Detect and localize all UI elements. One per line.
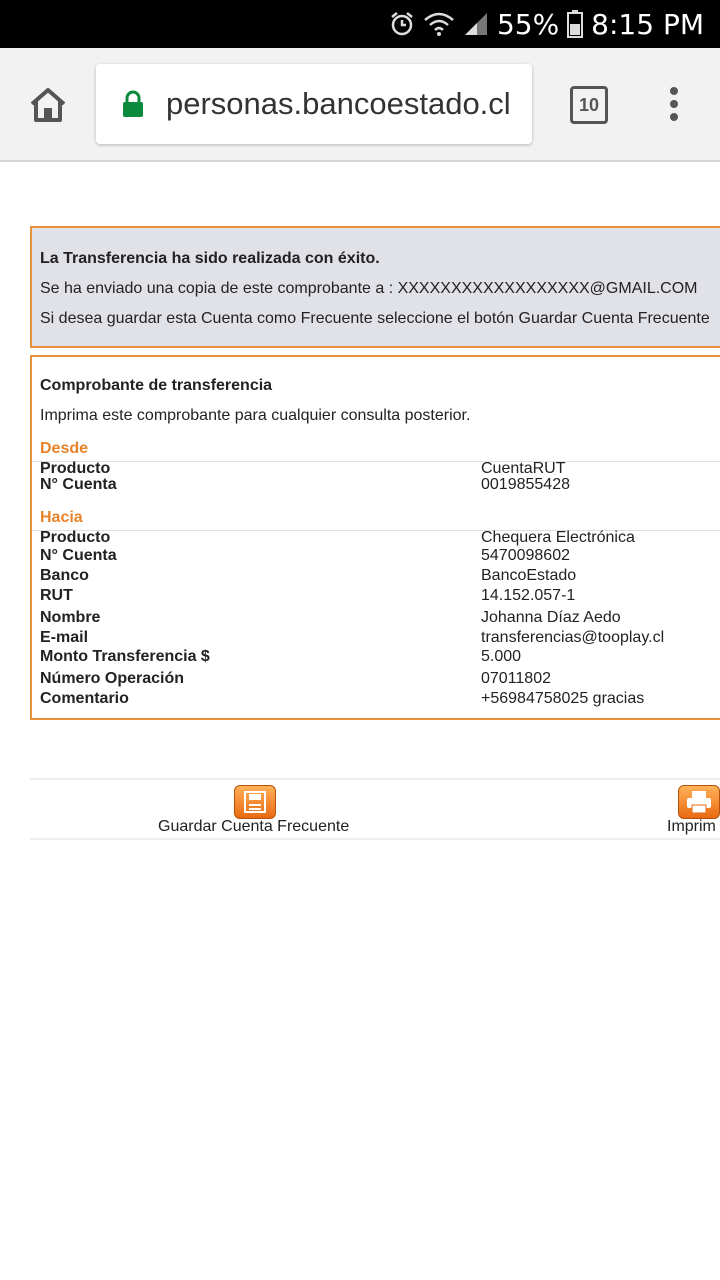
comment-label: Comentario — [40, 690, 129, 707]
to-rut-value: 14.152.057-1 — [481, 587, 576, 604]
from-heading: Desde — [40, 440, 89, 457]
save-icon[interactable] — [234, 785, 276, 819]
to-name-value: Johanna Díaz Aedo — [481, 609, 621, 626]
save-hint-message: Si desea guardar esta Cuenta como Frecue… — [40, 310, 710, 327]
to-product-value: Chequera Electrónica — [481, 529, 635, 546]
copy-sent-message: Se ha enviado una copia de este comproba… — [40, 280, 698, 297]
wifi-icon — [423, 11, 455, 37]
operation-number-label: Número Operación — [40, 670, 185, 687]
tab-switcher-button[interactable]: 10 — [570, 86, 608, 124]
signal-icon — [463, 11, 489, 37]
action-bar: Guardar Cuenta Frecuente Imprim — [30, 778, 720, 840]
print-button[interactable]: Imprim — [667, 818, 716, 836]
transfer-receipt: Comprobante de transferencia Imprima est… — [30, 355, 720, 720]
more-menu-icon[interactable] — [664, 86, 684, 126]
to-heading: Hacia — [40, 509, 83, 526]
from-account-label: N° Cuenta — [40, 476, 117, 493]
to-account-label: N° Cuenta — [40, 547, 117, 564]
to-product-label: Producto — [40, 529, 111, 546]
to-bank-label: Banco — [40, 567, 89, 584]
printer-icon[interactable] — [678, 785, 720, 819]
amount-value: 5.000 — [481, 648, 522, 665]
alarm-icon — [389, 11, 415, 37]
url-text[interactable]: personas.bancoestado.cl — [166, 64, 518, 144]
receipt-subtitle: Imprima este comprobante para cualquier … — [40, 407, 471, 424]
to-bank-value: BancoEstado — [481, 567, 577, 584]
battery-percent: 55% — [496, 7, 560, 41]
lock-icon — [122, 90, 144, 123]
amount-label: Monto Transferencia $ — [40, 648, 210, 665]
home-icon[interactable] — [24, 82, 72, 130]
to-account-value: 5470098602 — [481, 547, 570, 564]
save-frequent-account-button[interactable]: Guardar Cuenta Frecuente — [158, 818, 349, 836]
battery-icon — [567, 10, 584, 38]
clock: 8:15 PM — [591, 7, 704, 41]
browser-toolbar: personas.bancoestado.cl 10 — [0, 48, 720, 162]
from-account-value: 0019855428 — [481, 476, 570, 493]
to-rut-label: RUT — [40, 587, 73, 604]
receipt-title: Comprobante de transferencia — [40, 377, 273, 394]
success-notice: La Transferencia ha sido realizada con é… — [30, 226, 720, 348]
to-email-value: transferencias@tooplay.cl — [481, 629, 665, 646]
operation-number-value: 07011802 — [481, 670, 551, 687]
to-email-label: E-mail — [40, 629, 89, 646]
comment-value: +56984758025 gracias — [481, 690, 645, 707]
divider — [32, 461, 720, 462]
status-bar: 55% 8:15 PM — [0, 0, 720, 48]
success-message: La Transferencia ha sido realizada con é… — [40, 250, 380, 267]
to-name-label: Nombre — [40, 609, 101, 626]
address-bar[interactable]: personas.bancoestado.cl — [96, 64, 532, 144]
